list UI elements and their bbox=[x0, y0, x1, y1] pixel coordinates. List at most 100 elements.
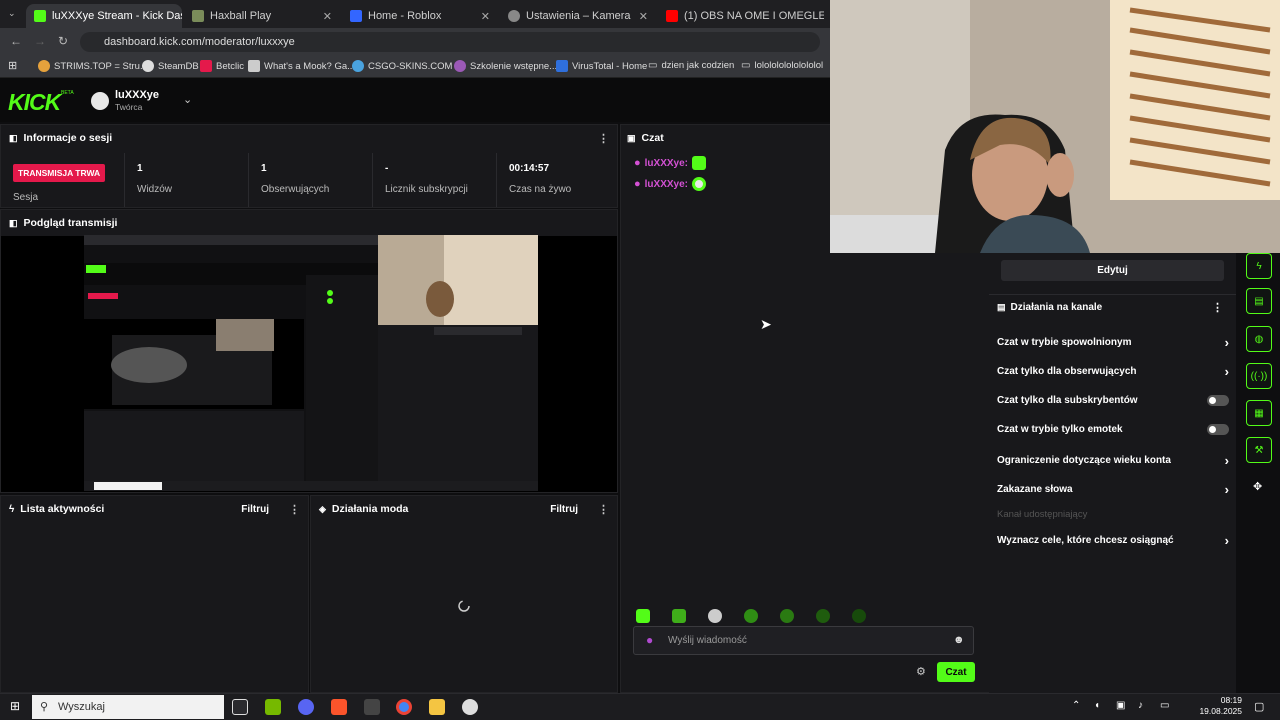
bookmark-folder[interactable]: ▭ lololololololololol bbox=[741, 60, 823, 71]
browser-tab-kick[interactable]: luXXXye Stream - Kick Dashbo ✕ bbox=[26, 4, 182, 28]
bookmark-folder[interactable]: ▭ dzien jak codzien bbox=[648, 60, 734, 71]
bookmark-item[interactable]: SteamDB bbox=[142, 60, 199, 72]
stat-label: Obserwujących bbox=[261, 184, 330, 195]
tab-title: luXXXye Stream - Kick Dashbo bbox=[52, 10, 182, 22]
chat-username[interactable]: luXXXye: bbox=[645, 158, 688, 169]
chat-bubble-icon[interactable]: ◍ bbox=[1246, 326, 1272, 352]
chrome-icon[interactable] bbox=[396, 699, 412, 715]
panel-header: ◧ Informacje o sesji ⋮ bbox=[1, 125, 617, 151]
kick-logo[interactable]: KICK bbox=[8, 89, 61, 116]
close-tab-icon[interactable]: ✕ bbox=[323, 10, 332, 23]
forward-icon[interactable]: → bbox=[34, 34, 46, 48]
filter-button[interactable]: Filtruj bbox=[241, 504, 269, 515]
monitor-icon[interactable]: ▭ bbox=[1160, 700, 1169, 711]
bookmark-label: dzien jak codzien bbox=[661, 60, 735, 71]
tray-icon[interactable]: ▣ bbox=[1116, 700, 1125, 711]
emote-icon[interactable] bbox=[672, 609, 686, 623]
taskbar-clock[interactable]: 08:19 19.08.2025 bbox=[1196, 695, 1242, 717]
stat-viewers: 1 Widzów bbox=[125, 153, 249, 207]
action-set-goals[interactable]: Wyznacz cele, które chcesz osiągnąć › bbox=[997, 533, 1229, 548]
chat-username[interactable]: luXXXye: bbox=[645, 179, 688, 190]
url-input[interactable]: dashboard.kick.com/moderator/luxxxye bbox=[80, 32, 820, 52]
chat-message[interactable]: ● luXXXye: bbox=[634, 156, 707, 170]
close-tab-icon[interactable]: ✕ bbox=[481, 10, 490, 23]
more-options-icon[interactable]: ⋮ bbox=[289, 503, 300, 516]
avatar[interactable] bbox=[91, 92, 109, 110]
reload-icon[interactable]: ↻ bbox=[58, 34, 68, 48]
broadcast-icon[interactable]: ((·)) bbox=[1246, 363, 1272, 389]
close-tab-icon[interactable]: ✕ bbox=[639, 10, 648, 23]
browser-tab-settings[interactable]: Ustawienia – Kamera ✕ bbox=[500, 4, 656, 28]
subscribers-only-toggle[interactable] bbox=[1207, 395, 1229, 406]
document-icon[interactable]: ▤ bbox=[1246, 288, 1272, 314]
panel-header: ◈ Działania moda Filtruj ⋮ bbox=[311, 496, 617, 522]
gear-icon[interactable]: ⚙ bbox=[916, 665, 926, 678]
shield-icon: ◈ bbox=[319, 503, 326, 514]
chevron-right-icon: › bbox=[1224, 364, 1229, 379]
action-followers-only[interactable]: Czat tylko dla obserwujących › bbox=[997, 364, 1229, 379]
panel-header: ◧ Podgląd transmisji bbox=[1, 210, 617, 236]
preview-frame bbox=[84, 235, 538, 491]
more-options-icon[interactable]: ⋮ bbox=[1212, 301, 1223, 314]
windows-start-icon[interactable]: ⊞ bbox=[10, 699, 20, 713]
wrench-icon[interactable]: ⚒ bbox=[1246, 437, 1272, 463]
folder-icon: ▭ bbox=[741, 60, 751, 71]
bookmark-favicon-icon bbox=[38, 60, 50, 72]
emoji-picker-icon[interactable]: ☻ bbox=[953, 634, 965, 646]
bookmark-item[interactable]: VirusTotal - Home bbox=[556, 60, 647, 72]
filter-button[interactable]: Filtruj bbox=[550, 504, 578, 515]
panel-title: Działania na kanale bbox=[1010, 302, 1103, 313]
emote-only-toggle[interactable] bbox=[1207, 424, 1229, 435]
speaker-icon[interactable]: ◖ bbox=[1094, 700, 1100, 711]
brave-icon[interactable] bbox=[331, 699, 347, 715]
action-banned-words[interactable]: Zakazane słowa › bbox=[997, 482, 1229, 497]
bookmark-label: What's a Mook? Ga... bbox=[264, 60, 356, 72]
bookmark-item[interactable]: Betclic bbox=[200, 60, 244, 72]
back-icon[interactable]: ← bbox=[10, 34, 22, 48]
bookmark-item[interactable]: CSGO-SKINS.COM -... bbox=[352, 60, 466, 72]
chevron-up-icon[interactable]: ⌃ bbox=[1072, 700, 1080, 711]
bookmark-item[interactable]: Szkolenie wstępne... bbox=[454, 60, 557, 72]
action-slow-mode[interactable]: Czat w trybie spowolnionym › bbox=[997, 335, 1229, 350]
emote-icon[interactable] bbox=[816, 609, 830, 623]
emote-icon bbox=[692, 177, 707, 191]
app-icon[interactable] bbox=[364, 699, 380, 715]
emote-bar bbox=[636, 609, 936, 623]
send-chat-button[interactable]: Czat bbox=[937, 662, 975, 682]
microphone-icon: ● bbox=[646, 633, 654, 647]
emote-icon[interactable] bbox=[852, 609, 866, 623]
tab-list-icon[interactable]: ⌄ bbox=[8, 8, 16, 19]
apps-grid-icon[interactable]: ⊞ bbox=[8, 59, 17, 72]
microphone-icon[interactable]: ♪ bbox=[1138, 700, 1143, 711]
emote-icon[interactable] bbox=[708, 609, 722, 623]
bookmark-item[interactable]: STRIMS.TOP = Stru... bbox=[38, 60, 148, 72]
discord-icon[interactable] bbox=[298, 699, 314, 715]
emote-icon[interactable] bbox=[744, 609, 758, 623]
nvidia-icon[interactable] bbox=[265, 699, 281, 715]
edit-button[interactable]: Edytuj bbox=[1001, 260, 1224, 281]
obs-icon[interactable] bbox=[462, 699, 478, 715]
chevron-right-icon: › bbox=[1224, 533, 1229, 548]
task-view-icon[interactable] bbox=[232, 699, 248, 715]
stream-preview-video[interactable] bbox=[84, 235, 538, 491]
browser-tab-youtube[interactable]: (1) OBS NA OME I OMEGLE | W bbox=[658, 4, 824, 28]
add-widget-icon[interactable]: ✥ bbox=[1253, 480, 1262, 493]
emote-icon[interactable] bbox=[780, 609, 794, 623]
chat-input[interactable]: Wyślij wiadomość bbox=[633, 626, 974, 655]
webcam-image bbox=[830, 0, 1280, 253]
browser-tab-roblox[interactable]: Home - Roblox ✕ bbox=[342, 4, 498, 28]
chevron-down-icon[interactable]: ⌄ bbox=[183, 93, 192, 106]
notifications-icon[interactable]: ▢ bbox=[1254, 700, 1264, 713]
action-account-age[interactable]: Ograniczenie dotyczące wieku konta › bbox=[997, 453, 1229, 468]
lightning-icon[interactable]: ϟ bbox=[1246, 253, 1272, 279]
layout-icon[interactable]: ▦ bbox=[1246, 400, 1272, 426]
taskbar-search-input[interactable]: Wyszukaj bbox=[32, 695, 224, 719]
emote-icon[interactable] bbox=[636, 609, 650, 623]
more-options-icon[interactable]: ⋮ bbox=[598, 503, 609, 516]
file-explorer-icon[interactable] bbox=[429, 699, 445, 715]
bookmark-item[interactable]: What's a Mook? Ga... bbox=[248, 60, 355, 72]
chat-message[interactable]: ● luXXXye: bbox=[634, 177, 707, 191]
browser-tab-haxball[interactable]: Haxball Play ✕ bbox=[184, 4, 340, 28]
more-options-icon[interactable]: ⋮ bbox=[598, 132, 609, 145]
bookmark-favicon-icon bbox=[454, 60, 466, 72]
